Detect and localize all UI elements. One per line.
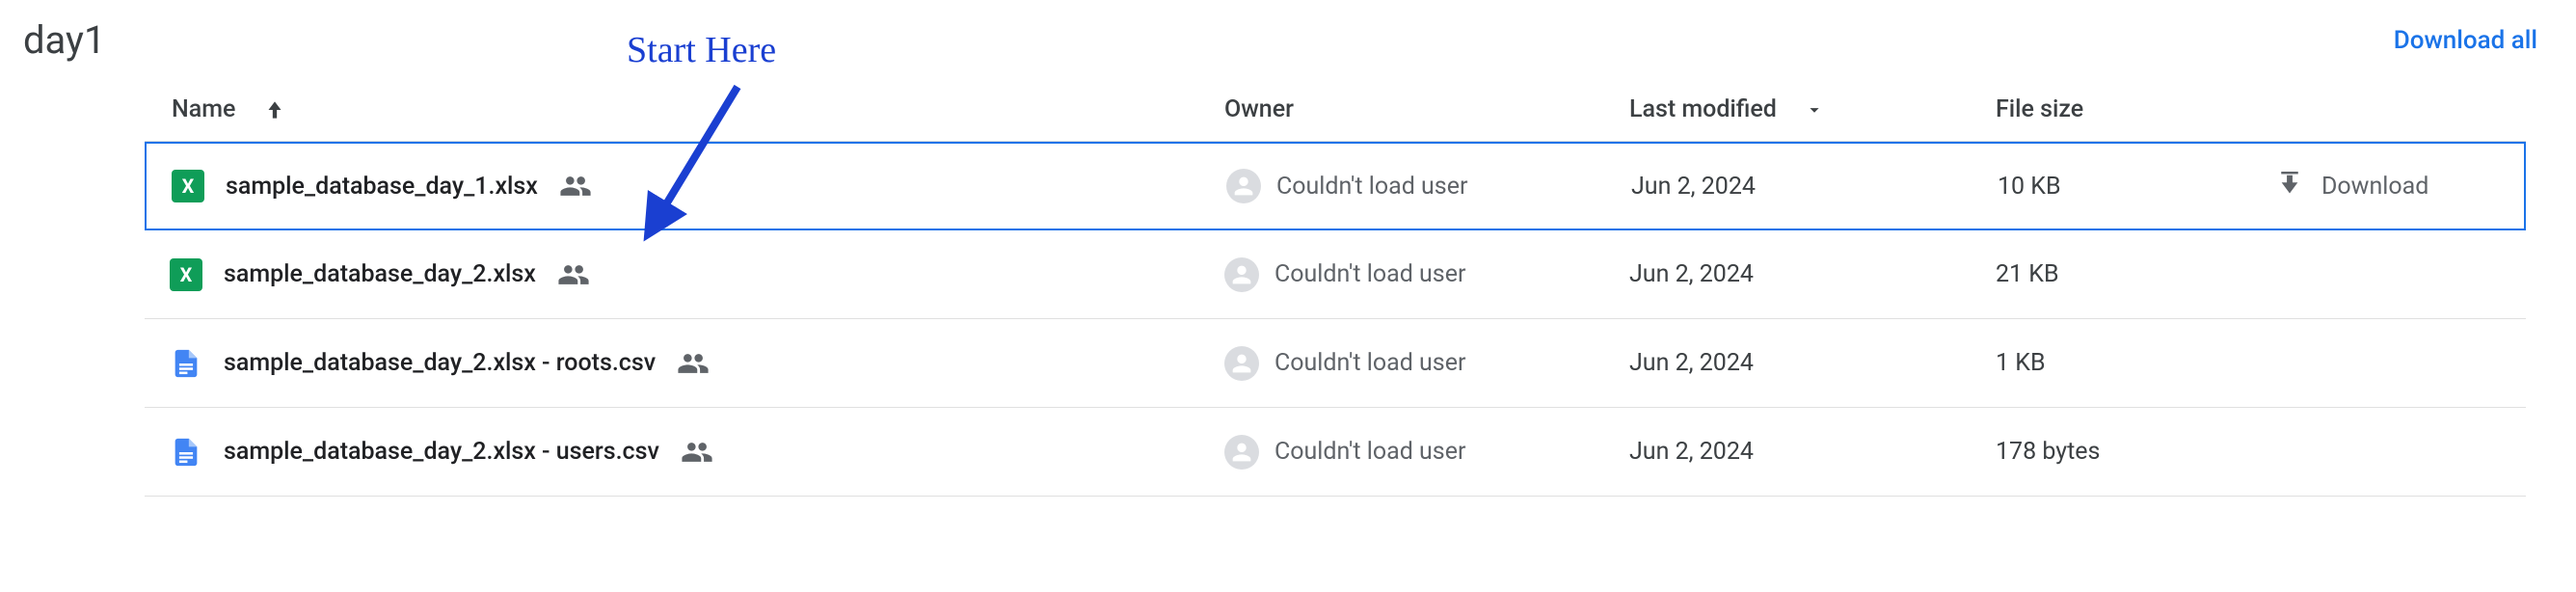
- cell-lastmod: Jun 2, 2024: [1631, 173, 1998, 201]
- size-text: 178 bytes: [1996, 438, 2100, 466]
- lastmod-text: Jun 2, 2024: [1629, 349, 1754, 377]
- shared-icon: [677, 347, 710, 380]
- header-row: day1 Download all: [0, 0, 2576, 63]
- cell-size: 21 KB: [1996, 260, 2266, 288]
- cell-owner: Couldn't load user: [1226, 169, 1631, 203]
- cell-name: Xsample_database_day_2.xlsx: [145, 258, 1224, 291]
- table-row[interactable]: Xsample_database_day_2.xlsx Couldn't load…: [145, 230, 2526, 319]
- lastmod-text: Jun 2, 2024: [1631, 173, 1756, 201]
- avatar-icon: [1224, 435, 1259, 470]
- col-owner-label: Owner: [1224, 95, 1294, 123]
- lastmod-text: Jun 2, 2024: [1629, 260, 1754, 288]
- owner-text: Couldn't load user: [1275, 438, 1465, 466]
- download-icon: [2275, 172, 2304, 201]
- cell-lastmod: Jun 2, 2024: [1629, 260, 1996, 288]
- size-text: 21 KB: [1996, 260, 2059, 288]
- owner-text: Couldn't load user: [1275, 349, 1465, 377]
- cell-size: 1 KB: [1996, 349, 2266, 377]
- filename: sample_database_day_2.xlsx - roots.csv: [224, 349, 656, 377]
- cell-name: Xsample_database_day_1.xlsx: [147, 170, 1226, 202]
- col-lastmod[interactable]: Last modified: [1629, 95, 1996, 123]
- sort-asc-icon: [262, 97, 287, 122]
- filename: sample_database_day_2.xlsx: [224, 260, 536, 288]
- col-owner[interactable]: Owner: [1224, 95, 1629, 123]
- col-name-label: Name: [145, 95, 235, 123]
- col-name[interactable]: Name: [145, 95, 1224, 123]
- dropdown-icon: [1804, 99, 1825, 121]
- col-size-label: File size: [1996, 95, 2083, 123]
- table-header: Name Owner Last modified File size: [145, 95, 2526, 142]
- shared-icon: [557, 258, 590, 291]
- owner-text: Couldn't load user: [1276, 173, 1467, 201]
- xlsx-icon: X: [170, 258, 202, 291]
- cell-size: 10 KB: [1998, 173, 2267, 201]
- col-size[interactable]: File size: [1996, 95, 2266, 123]
- table-row[interactable]: sample_database_day_2.xlsx - roots.csv Co…: [145, 319, 2526, 408]
- cell-owner: Couldn't load user: [1224, 346, 1629, 381]
- file-table: Name Owner Last modified File size Xsamp…: [145, 95, 2526, 497]
- table-row[interactable]: sample_database_day_2.xlsx - users.csv Co…: [145, 408, 2526, 497]
- lastmod-text: Jun 2, 2024: [1629, 438, 1754, 466]
- size-text: 1 KB: [1996, 349, 2046, 377]
- cell-name: sample_database_day_2.xlsx - roots.csv: [145, 347, 1224, 380]
- filename: sample_database_day_2.xlsx - users.csv: [224, 438, 659, 466]
- filename: sample_database_day_1.xlsx: [226, 173, 538, 201]
- cell-lastmod: Jun 2, 2024: [1629, 438, 1996, 466]
- shared-icon: [559, 170, 592, 202]
- col-lastmod-label: Last modified: [1629, 95, 1777, 123]
- download-button[interactable]: Download: [2267, 172, 2528, 201]
- cell-lastmod: Jun 2, 2024: [1629, 349, 1996, 377]
- avatar-icon: [1224, 257, 1259, 292]
- download-all-link[interactable]: Download all: [2394, 26, 2537, 55]
- page-title: day1: [23, 17, 105, 63]
- size-text: 10 KB: [1998, 173, 2061, 201]
- owner-text: Couldn't load user: [1275, 260, 1465, 288]
- cell-owner: Couldn't load user: [1224, 435, 1629, 470]
- avatar-icon: [1224, 346, 1259, 381]
- doc-icon: [170, 347, 202, 380]
- avatar-icon: [1226, 169, 1261, 203]
- shared-icon: [681, 436, 713, 469]
- download-label: Download: [2321, 173, 2428, 201]
- cell-name: sample_database_day_2.xlsx - users.csv: [145, 436, 1224, 469]
- xlsx-icon: X: [172, 170, 204, 202]
- cell-size: 178 bytes: [1996, 438, 2266, 466]
- cell-owner: Couldn't load user: [1224, 257, 1629, 292]
- doc-icon: [170, 436, 202, 469]
- table-row[interactable]: Xsample_database_day_1.xlsx Couldn't load…: [145, 142, 2526, 230]
